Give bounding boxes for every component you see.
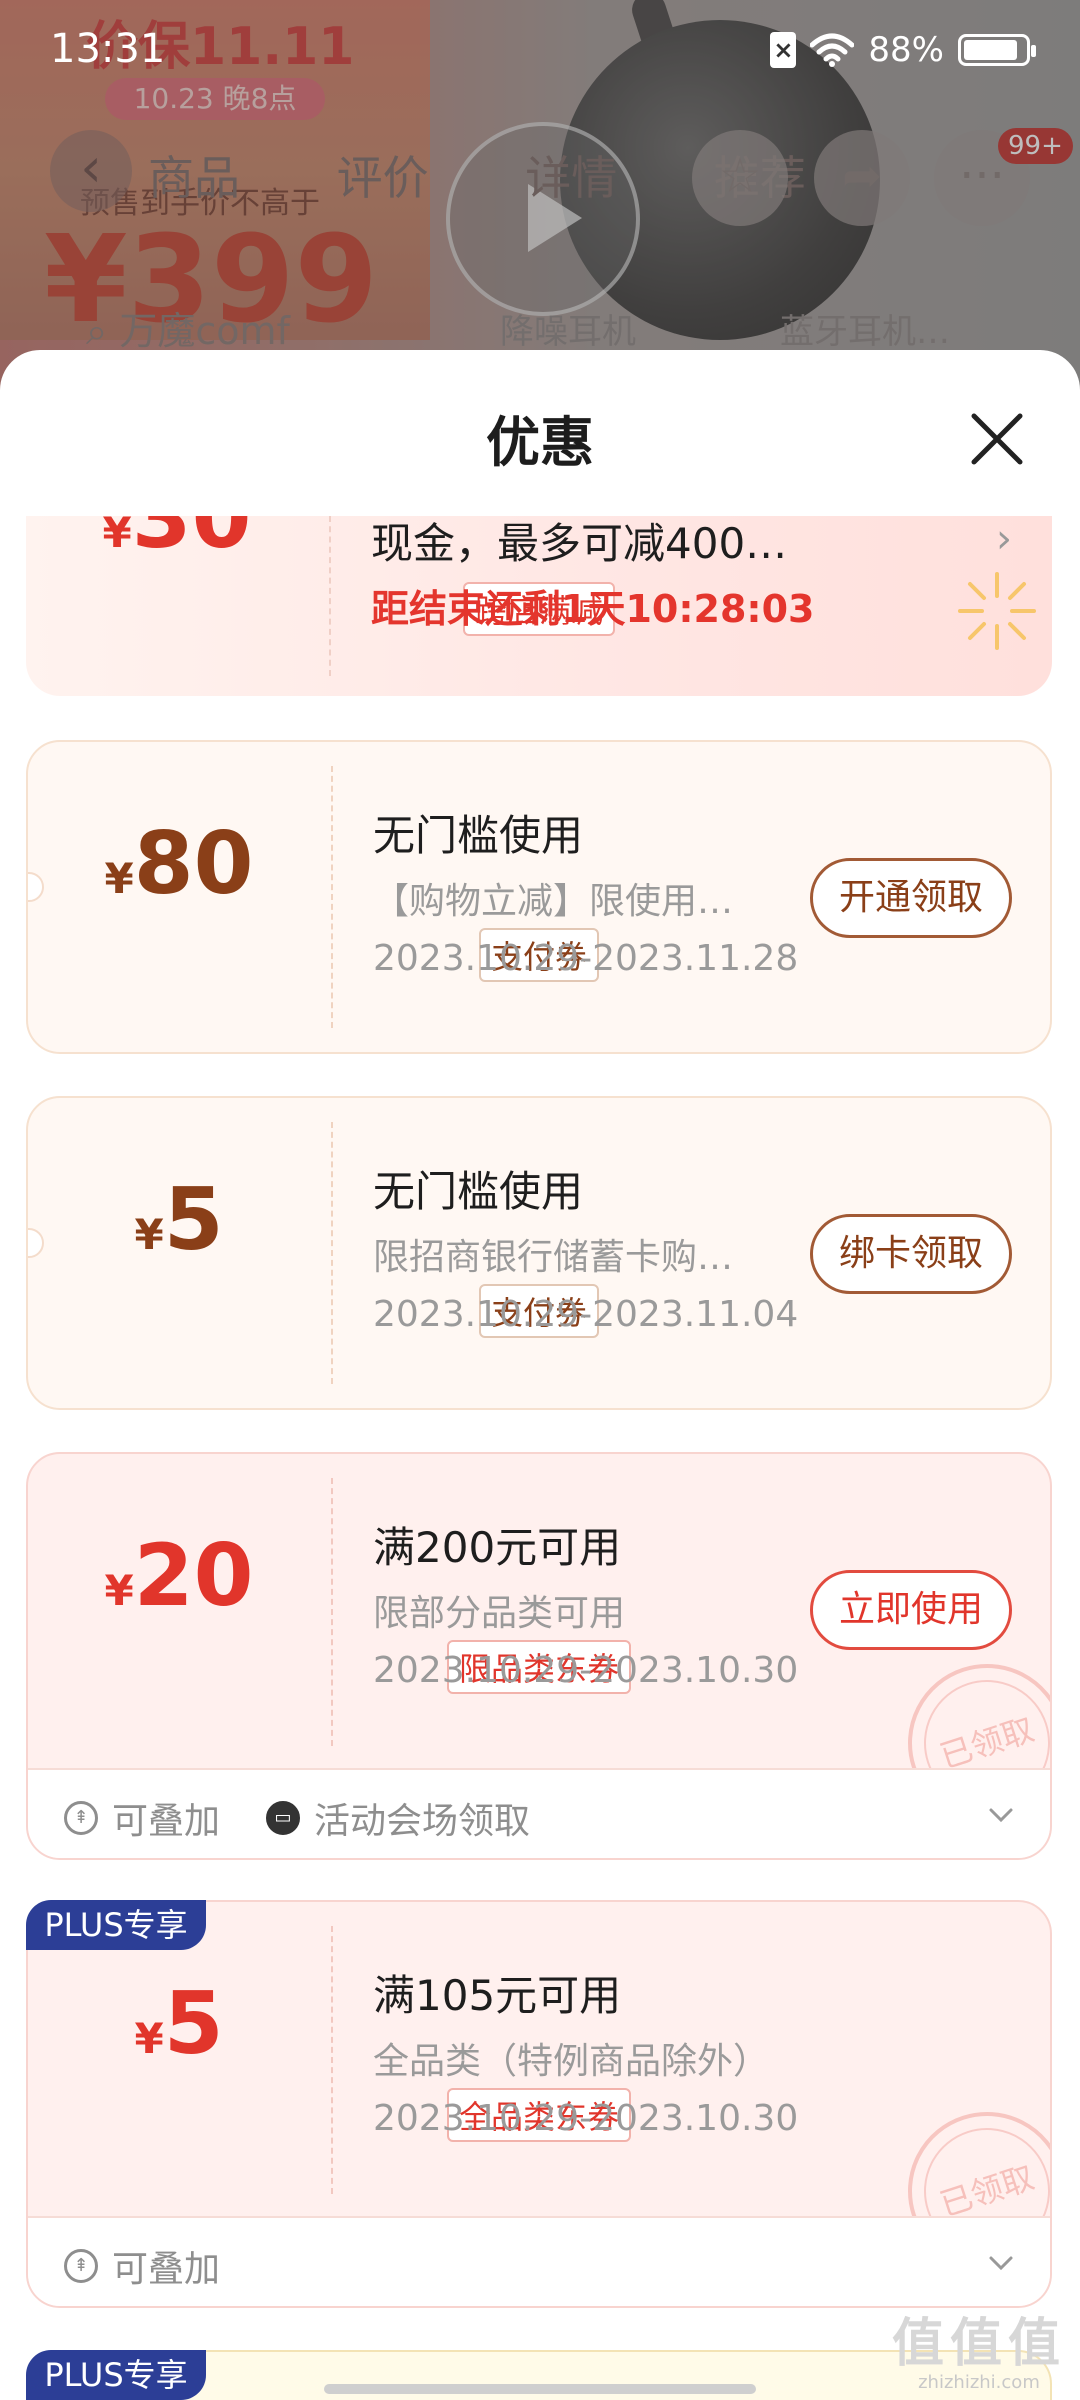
- coupon-description: 限部分品类可用: [373, 1593, 626, 1634]
- coupon-validity: 2023.10.29-2023.11.04: [373, 1294, 799, 1335]
- coupon-validity: 2023.10.29-2023.10.30: [373, 1650, 799, 1691]
- amount-value: 5: [163, 1170, 224, 1270]
- currency-symbol: ¥: [104, 854, 134, 903]
- watermark-url: zhizhizhi.com: [918, 2372, 1040, 2393]
- home-indicator[interactable]: [324, 2384, 756, 2394]
- amount-value: 5: [163, 1974, 224, 2074]
- no-sim-icon: ×: [770, 32, 797, 68]
- coupon-amount: ¥5: [28, 1170, 330, 1270]
- coupon-amount: ¥5: [28, 1974, 330, 2074]
- coupon-footer[interactable]: ⇞ 可叠加 ▭ 活动会场领取: [28, 1768, 1050, 1858]
- coupon-description: 限招商银行储蓄卡购…: [373, 1237, 734, 1278]
- coupon-title: 无门槛使用: [373, 1167, 584, 1216]
- coupon-validity: 2023.10.29-2023.10.30: [373, 2098, 799, 2139]
- coupon-divider: [331, 1122, 333, 1384]
- site-watermark: 值值值 zhizhizhi.com: [892, 2316, 1066, 2393]
- coupon-card-payment-5[interactable]: ¥5 支付券 无门槛使用 限招商银行储蓄卡购… 2023.10.29-2023.…: [26, 1096, 1052, 1410]
- chevron-down-icon[interactable]: [986, 2248, 1016, 2278]
- coupon-title: 满105元可用: [373, 1971, 622, 2020]
- coupon-card-cross-store[interactable]: ¥30 跨店满减 现金，最多可减400… 距结束还剩1天10:28:03 ›: [26, 516, 1052, 696]
- coupon-amount: ¥30: [26, 516, 328, 568]
- use-now-button[interactable]: 立即使用: [809, 1570, 1012, 1650]
- ticket-icon: ▭: [266, 1801, 300, 1835]
- chevron-down-icon[interactable]: [986, 1800, 1016, 1830]
- coupon-footer[interactable]: ⇞ 可叠加: [28, 2216, 1050, 2306]
- coupon-sheet: 优惠 ¥30 跨店满减 现金，最多可减400… 距结束还剩1天10:28:03 …: [0, 350, 1080, 2400]
- bind-card-claim-button[interactable]: 绑卡领取: [809, 1214, 1012, 1294]
- status-time: 13:31: [50, 26, 166, 72]
- coupon-card-category-20[interactable]: ¥20 限品类东券 满200元可用 限部分品类可用 2023.10.29-202…: [26, 1452, 1052, 1860]
- stackable-label: 可叠加: [112, 2249, 221, 2290]
- coupon-divider: [329, 516, 331, 676]
- stackable-label: 可叠加: [112, 1801, 221, 1842]
- watermark-logo: 值值值: [891, 2314, 1066, 2374]
- amount-value: 80: [133, 814, 254, 914]
- status-icons: × 88%: [770, 30, 1036, 70]
- close-icon[interactable]: [960, 402, 1034, 476]
- venue-claim-label: 活动会场领取: [314, 1801, 531, 1842]
- stack-icon: ⇞: [64, 1801, 98, 1835]
- battery-percent: 88%: [868, 30, 944, 70]
- chevron-right-icon[interactable]: ›: [996, 516, 1012, 562]
- stack-icon: ⇞: [64, 2249, 98, 2283]
- battery-fill: [964, 40, 1017, 60]
- coupon-amount: ¥20: [28, 1526, 330, 1626]
- coupon-title: 满200元可用: [373, 1523, 622, 1572]
- coupon-title: 无门槛使用: [373, 811, 584, 860]
- currency-symbol: ¥: [104, 1566, 134, 1615]
- wifi-icon: [810, 33, 855, 67]
- activate-claim-button[interactable]: 开通领取: [809, 858, 1012, 938]
- plus-exclusive-badge: PLUS专享: [26, 1900, 206, 1950]
- coupon-card-all-category-5[interactable]: ¥5 全品类东券 满105元可用 全品类（特例商品除外） 2023.10.29-…: [26, 1900, 1052, 2308]
- stackable-info: ⇞ 可叠加: [64, 1792, 220, 1844]
- coupon-description: 全品类（特例商品除外）: [373, 2041, 770, 2082]
- coupon-title: 现金，最多可减400…: [371, 519, 788, 568]
- status-bar: 13:31 × 88%: [0, 0, 1080, 104]
- stackable-info: ⇞ 可叠加: [64, 2240, 220, 2292]
- battery-icon: [958, 34, 1036, 66]
- coupon-description: 【购物立减】限使用…: [373, 881, 734, 922]
- coupon-countdown: 距结束还剩1天10:28:03: [371, 587, 815, 631]
- coupon-card-payment-80[interactable]: ¥80 支付券 无门槛使用 【购物立减】限使用… 2023.10.29-2023…: [26, 740, 1052, 1054]
- coupon-amount: ¥80: [28, 814, 330, 914]
- amount-value: 20: [133, 1526, 254, 1626]
- currency-symbol: ¥: [102, 516, 132, 557]
- sparkle-decoration-icon: [958, 572, 1036, 650]
- plus-exclusive-badge: PLUS专享: [26, 2350, 206, 2400]
- coupon-divider: [331, 1926, 333, 2194]
- currency-symbol: ¥: [134, 2014, 164, 2063]
- coupon-list[interactable]: ¥30 跨店满减 现金，最多可减400… 距结束还剩1天10:28:03 › ¥…: [0, 516, 1080, 2400]
- venue-claim-info: ▭ 活动会场领取: [266, 1792, 530, 1844]
- coupon-validity: 2023.10.29-2023.11.28: [373, 938, 799, 979]
- coupon-divider: [331, 1478, 333, 1746]
- coupon-divider: [331, 766, 333, 1028]
- sheet-title: 优惠: [486, 411, 594, 474]
- currency-symbol: ¥: [134, 1210, 164, 1259]
- amount-value: 30: [131, 516, 252, 568]
